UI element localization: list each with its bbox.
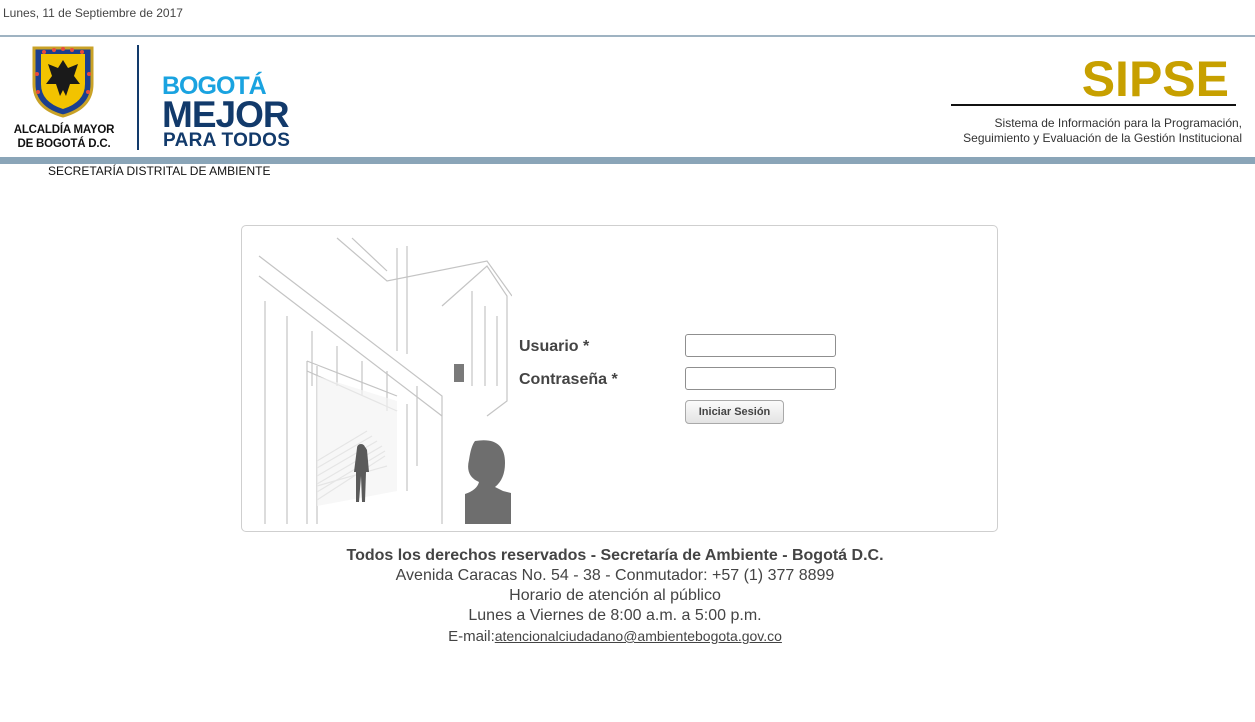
alcaldia-line-1: ALCALDÍA MAYOR (13, 124, 115, 136)
current-date: Lunes, 11 de Septiembre de 2017 (3, 6, 183, 20)
footer-rights: Todos los derechos reservados - Secretar… (346, 547, 884, 564)
password-input[interactable] (685, 367, 836, 390)
bogota-mejor-logo: BOGOTÁ MEJOR PARA TODOS (160, 44, 315, 154)
footer-hours-title: Horario de atención al público (509, 587, 721, 604)
password-label: Contraseña * (519, 371, 618, 388)
coat-of-arms-logo (32, 46, 94, 118)
app-title: SIPSE (1081, 51, 1229, 107)
app-subtitle-line-2: Seguimiento y Evaluación de la Gestión I… (963, 131, 1242, 145)
footer-email-line: E-mail:atencionalciudadano@ambientebogot… (0, 626, 1230, 647)
app-subtitle-line-1: Sistema de Información para la Programac… (994, 116, 1242, 130)
header-band (0, 157, 1255, 164)
bogota-logo-line-3: PARA TODOS (163, 130, 291, 151)
footer-email-label: E-mail: (448, 628, 495, 645)
alcaldia-line-2: DE BOGOTÁ D.C. (17, 138, 111, 150)
app-subtitle: Sistema de Información para la Programac… (963, 116, 1242, 146)
alcaldia-label: ALCALDÍA MAYOR DE BOGOTÁ D.C. (4, 123, 124, 151)
username-label: Usuario * (519, 338, 590, 355)
login-panel: Usuario * Contraseña * Iniciar Sesión (241, 225, 998, 532)
username-input[interactable] (685, 334, 836, 357)
secretaria-label: SECRETARÍA DISTRITAL DE AMBIENTE (48, 164, 271, 178)
building-illustration (258, 237, 512, 524)
footer-hours: Lunes a Viernes de 8:00 a.m. a 5:00 p.m. (468, 607, 762, 624)
footer-email-link[interactable]: atencionalciudadano@ambientebogota.gov.c… (495, 628, 782, 644)
app-title-underline (951, 104, 1236, 106)
footer-address: Avenida Caracas No. 54 - 38 - Conmutador… (395, 567, 835, 584)
login-button[interactable]: Iniciar Sesión (685, 400, 784, 424)
site-footer: Todos los derechos reservados - Secretar… (0, 546, 1230, 647)
logo-separator (137, 45, 139, 150)
